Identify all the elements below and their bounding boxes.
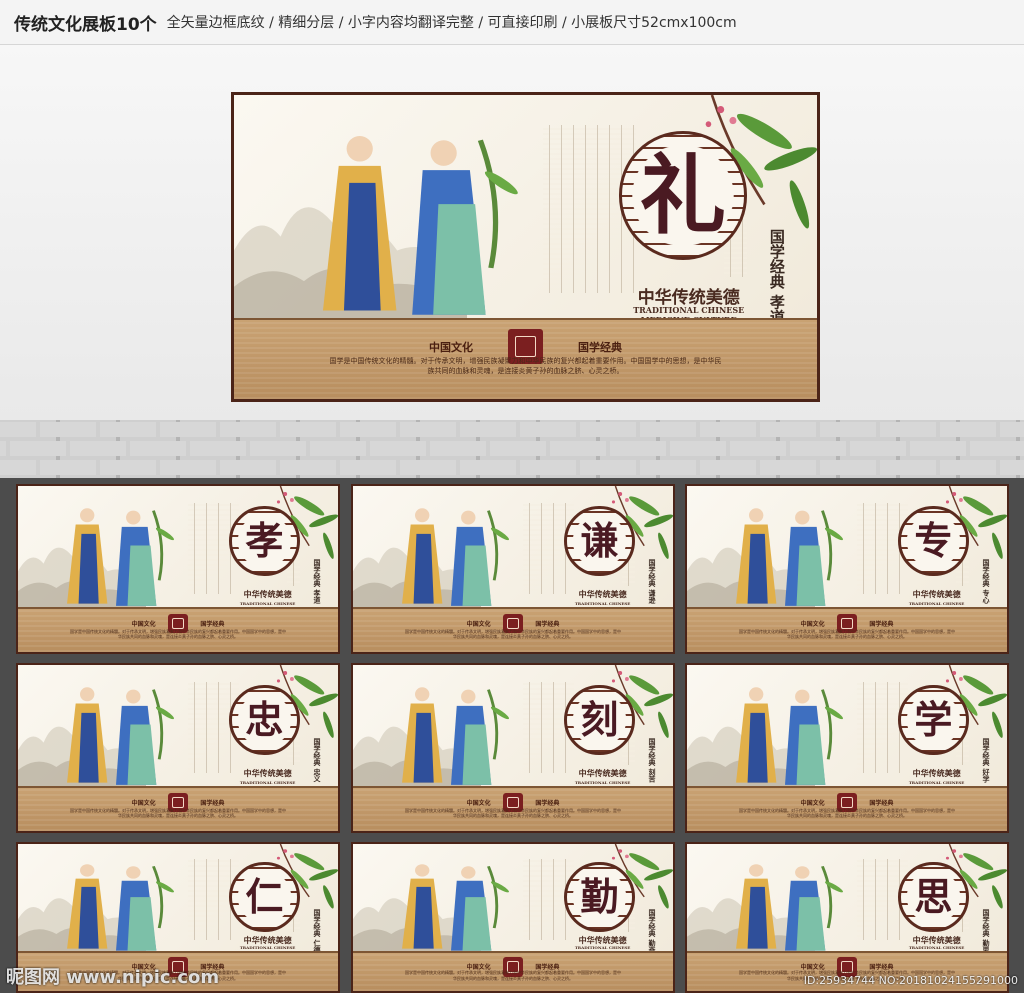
scholar-figures-illustration xyxy=(322,136,518,316)
slogan-title: 中华传统美德 xyxy=(912,588,961,599)
scholar-figures-illustration xyxy=(66,508,174,607)
scholar-figures-illustration xyxy=(735,863,843,951)
character-medallion: 忠 xyxy=(229,684,300,756)
footer-body-text: 国学是中国传统文化的精髓。对于传承文明，增强民族凝聚力和中华民族的复兴都起着重要… xyxy=(329,357,722,376)
footer-body-text: 国学是中国传统文化的精髓。对于传承文明，增强民族凝聚力和中华民族的复兴都起着重要… xyxy=(405,970,621,981)
watermark-left: 昵图网 www.nipic.com xyxy=(6,967,220,988)
footer-body-text: 国学是中国传统文化的精髓。对于传承文明，增强民族凝聚力和中华民族的复兴都起着重要… xyxy=(70,628,286,639)
footer-heading-right: 国学经典 xyxy=(200,621,225,629)
board-character: 孝 xyxy=(245,518,284,564)
board-footer: 中国文化 国学经典 国学是中国传统文化的精髓。对于传承文明，增强民族凝聚力和中华… xyxy=(234,317,817,399)
character-medallion: 礼 xyxy=(618,131,748,260)
footer-heading-right: 国学经典 xyxy=(535,800,560,808)
board-footer: 中国文化 国学经典 国学是中国传统文化的精髓。对于传承文明，增强民族凝聚力和中华… xyxy=(353,950,673,991)
slogan-title: 中华传统美德 xyxy=(243,767,292,778)
footer-heading-right: 国学经典 xyxy=(535,621,560,629)
small-display-board: 专 国学经典 专心 中华传统美德 TRADITIONAL CHINESEMEDI… xyxy=(685,484,1009,654)
header-features: 全矢量边框底纹 / 精细分层 / 小字内容均翻译完整 / 可直接印刷 / 小展板… xyxy=(166,15,737,31)
character-medallion: 学 xyxy=(898,684,969,756)
small-display-board: 孝 国学经典 孝道 中华传统美德 TRADITIONAL CHINESEMEDI… xyxy=(16,484,340,654)
character-medallion: 仁 xyxy=(229,861,300,933)
board-character: 专 xyxy=(914,518,953,564)
footer-body-text: 国学是中国传统文化的精髓。对于传承文明，增强民族凝聚力和中华民族的复兴都起着重要… xyxy=(739,628,955,639)
board-character: 思 xyxy=(914,873,953,919)
character-medallion: 刻 xyxy=(564,684,635,756)
footer-heading-right: 国学经典 xyxy=(200,800,225,808)
watermark-right: ID:25934744 NO:20181024155291000 xyxy=(803,974,1018,987)
slogan-title: 中华传统美德 xyxy=(578,588,627,599)
footer-body-text: 国学是中国传统文化的精髓。对于传承文明，增强民族凝聚力和中华民族的复兴都起着重要… xyxy=(739,807,955,818)
small-display-board: 刻 国学经典 刻苦 中华传统美德 TRADITIONAL CHINESEMEDI… xyxy=(351,663,675,833)
board-character: 谦 xyxy=(580,518,619,564)
board-footer: 中国文化 国学经典 国学是中国传统文化的精髓。对于传承文明，增强民族凝聚力和中华… xyxy=(18,785,338,831)
footer-body-text: 国学是中国传统文化的精髓。对于传承文明，增强民族凝聚力和中华民族的复兴都起着重要… xyxy=(405,628,621,639)
small-display-board: 思 国学经典 勤思 中华传统美德 TRADITIONAL CHINESEMEDI… xyxy=(685,842,1009,993)
footer-heading-right: 国学经典 xyxy=(869,800,894,808)
character-medallion: 谦 xyxy=(564,505,635,577)
footer-heading-left: 中国文化 xyxy=(466,800,491,808)
brick-band xyxy=(0,420,1024,478)
footer-body-text: 国学是中国传统文化的精髓。对于传承文明，增强民族凝聚力和中华民族的复兴都起着重要… xyxy=(70,807,286,818)
small-display-board: 勤 国学经典 勤奋 中华传统美德 TRADITIONAL CHINESEMEDI… xyxy=(351,842,675,993)
small-display-board: 忠 国学经典 忠义 中华传统美德 TRADITIONAL CHINESEMEDI… xyxy=(16,663,340,833)
scholar-figures-illustration xyxy=(401,687,509,786)
board-character: 勤 xyxy=(580,873,619,919)
footer-heading-right: 国学经典 xyxy=(577,340,622,354)
board-character: 学 xyxy=(914,697,953,743)
character-medallion: 勤 xyxy=(564,861,635,933)
board-character: 仁 xyxy=(245,873,284,919)
board-footer: 中国文化 国学经典 国学是中国传统文化的精髓。对于传承文明，增强民族凝聚力和中华… xyxy=(353,785,673,831)
slogan-title: 中华传统美德 xyxy=(912,767,961,778)
footer-heading-left: 中国文化 xyxy=(131,800,156,808)
board-footer: 中国文化 国学经典 国学是中国传统文化的精髓。对于传承文明，增强民族凝聚力和中华… xyxy=(687,606,1007,652)
footer-heading-right: 国学经典 xyxy=(869,621,894,629)
small-display-board: 谦 国学经典 谦逊 中华传统美德 TRADITIONAL CHINESEMEDI… xyxy=(351,484,675,654)
footer-body-text: 国学是中国传统文化的精髓。对于传承文明，增强民族凝聚力和中华民族的复兴都起着重要… xyxy=(405,807,621,818)
main-character: 礼 xyxy=(639,144,726,246)
scholar-figures-illustration xyxy=(66,687,174,786)
character-medallion: 专 xyxy=(898,505,969,577)
main-display-board: 礼 国学经典 孝道 中华传统美德 TRADITIONAL CHINESEMEDI… xyxy=(231,92,820,402)
footer-heading-left: 中国文化 xyxy=(800,621,825,629)
footer-heading-left: 中国文化 xyxy=(466,621,491,629)
slogan-title: 中华传统美德 xyxy=(243,588,292,599)
footer-heading-left: 中国文化 xyxy=(800,800,825,808)
scholar-figures-illustration xyxy=(66,863,174,951)
board-character: 忠 xyxy=(245,697,284,743)
slogan-title: 中华传统美德 xyxy=(578,767,627,778)
footer-heading-left: 中国文化 xyxy=(429,340,474,354)
header-bar: 传统文化展板10个 全矢量边框底纹 / 精细分层 / 小字内容均翻译完整 / 可… xyxy=(0,0,1024,45)
character-medallion: 孝 xyxy=(229,505,300,577)
board-footer: 中国文化 国学经典 国学是中国传统文化的精髓。对于传承文明，增强民族凝聚力和中华… xyxy=(18,606,338,652)
scholar-figures-illustration xyxy=(735,687,843,786)
scholar-figures-illustration xyxy=(735,508,843,607)
board-footer: 中国文化 国学经典 国学是中国传统文化的精髓。对于传承文明，增强民族凝聚力和中华… xyxy=(687,785,1007,831)
header-title: 传统文化展板10个 xyxy=(14,14,157,35)
board-footer: 中国文化 国学经典 国学是中国传统文化的精髓。对于传承文明，增强民族凝聚力和中华… xyxy=(353,606,673,652)
board-character: 刻 xyxy=(580,697,619,743)
small-display-board: 学 国学经典 好学 中华传统美德 TRADITIONAL CHINESEMEDI… xyxy=(685,663,1009,833)
character-medallion: 思 xyxy=(898,861,969,933)
footer-heading-left: 中国文化 xyxy=(131,621,156,629)
scholar-figures-illustration xyxy=(401,863,509,951)
scholar-figures-illustration xyxy=(401,508,509,607)
